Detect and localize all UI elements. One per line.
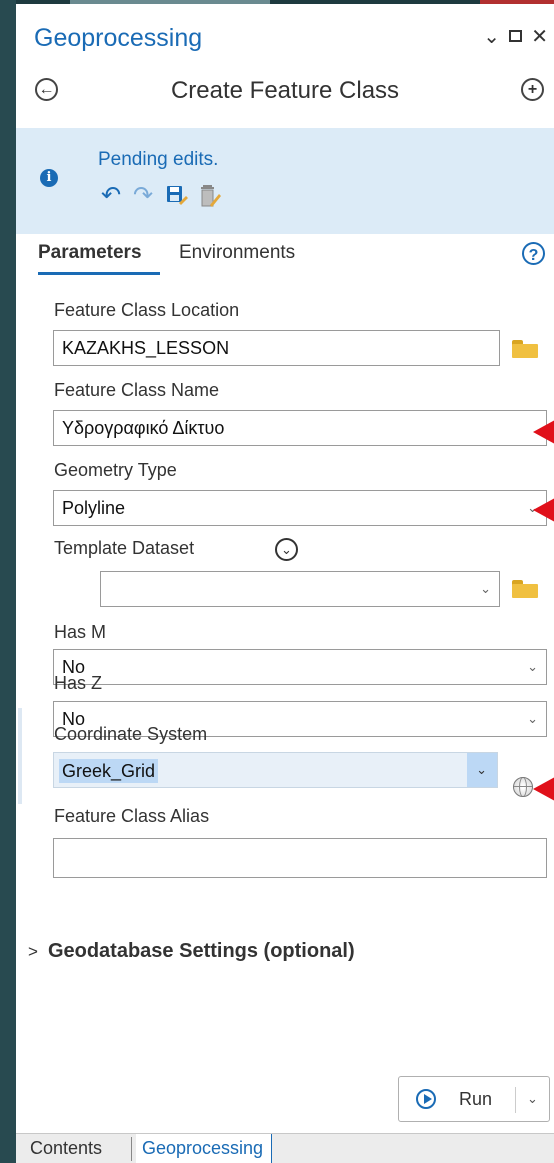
geometry-select[interactable]: Polyline ⌄: [53, 490, 547, 526]
name-input[interactable]: Υδρογραφικό Δίκτυο: [53, 410, 547, 446]
run-button[interactable]: Run ⌄: [398, 1076, 550, 1122]
banner-message: Pending edits.: [98, 149, 219, 170]
run-options-chevron-icon[interactable]: ⌄: [527, 1091, 538, 1107]
info-icon: i: [40, 169, 58, 187]
name-value: Υδρογραφικό Δίκτυο: [62, 418, 225, 438]
tool-header: ← Create Feature Class +: [16, 74, 554, 110]
alias-label: Feature Class Alias: [54, 806, 210, 826]
run-label: Run: [459, 1089, 493, 1109]
geodatabase-settings-label: Geodatabase Settings (optional): [47, 940, 355, 962]
geodatabase-settings-expander[interactable]: > Geodatabase Settings (optional): [28, 940, 355, 963]
annotation-arrow-coordinate-system: [533, 777, 554, 801]
pending-edits-banner: i Pending edits. ↶ ↷: [16, 128, 554, 234]
undo-icon[interactable]: ↶: [101, 183, 121, 209]
location-folder-icon[interactable]: [512, 340, 538, 358]
run-icon: [416, 1089, 436, 1109]
tab-geoprocessing[interactable]: Geoprocessing: [136, 1134, 273, 1163]
location-input[interactable]: KAZAKHS_LESSON: [53, 330, 500, 366]
pane-title: Geoprocessing: [34, 24, 203, 52]
maximize-icon[interactable]: [509, 30, 522, 42]
tab-environments[interactable]: Environments: [179, 242, 295, 264]
annotation-arrow-geometry: [533, 498, 554, 522]
discard-edits-icon[interactable]: [199, 183, 221, 207]
active-tab-indicator: [38, 272, 160, 275]
has-m-select[interactable]: No ⌄: [53, 649, 547, 685]
globe-icon[interactable]: [513, 777, 533, 797]
geoprocessing-pane: Geoprocessing ⌄ ✕ ← Create Feature Class…: [16, 4, 554, 1163]
template-select[interactable]: ⌄: [100, 571, 500, 607]
template-folder-icon[interactable]: [512, 580, 538, 598]
help-icon[interactable]: ?: [522, 242, 545, 265]
tool-tabs: Parameters Environments ?: [16, 242, 554, 278]
chevron-right-icon: >: [28, 942, 38, 961]
tool-title: Create Feature Class: [170, 77, 400, 104]
close-icon[interactable]: ✕: [531, 24, 548, 49]
location-value: KAZAKHS_LESSON: [62, 338, 230, 358]
redo-icon[interactable]: ↷: [133, 183, 153, 209]
has-z-label: Has Z: [54, 673, 103, 693]
chevron-down-icon: ⌄: [476, 762, 487, 777]
location-label: Feature Class Location: [54, 300, 240, 320]
save-edits-icon[interactable]: [165, 183, 188, 207]
window-left-strip: [0, 0, 16, 1163]
add-icon[interactable]: +: [521, 78, 544, 101]
pane-options-chevron-icon[interactable]: ⌄: [483, 24, 500, 49]
tab-contents[interactable]: Contents: [30, 1138, 102, 1159]
chevron-down-icon: ⌄: [480, 581, 491, 596]
chevron-down-icon: ⌄: [527, 711, 538, 726]
active-parameter-indicator: [18, 708, 22, 804]
geometry-value: Polyline: [62, 498, 126, 518]
coordinate-system-label: Coordinate System: [54, 724, 208, 744]
annotation-arrow-name: [533, 420, 554, 444]
template-label: Template Dataset: [54, 538, 195, 558]
chevron-down-icon: ⌄: [527, 659, 538, 674]
tab-parameters[interactable]: Parameters: [38, 242, 142, 264]
template-expand-chevron-icon[interactable]: ⌄: [275, 538, 298, 561]
geometry-label: Geometry Type: [54, 460, 177, 480]
coordinate-system-select[interactable]: Greek_Grid ⌄: [53, 752, 498, 788]
alias-input[interactable]: [53, 838, 547, 878]
pane-tab-strip: Contents Geoprocessing: [16, 1133, 554, 1163]
has-m-label: Has M: [54, 622, 107, 642]
coordinate-system-value: Greek_Grid: [59, 759, 159, 783]
name-label: Feature Class Name: [54, 380, 220, 400]
